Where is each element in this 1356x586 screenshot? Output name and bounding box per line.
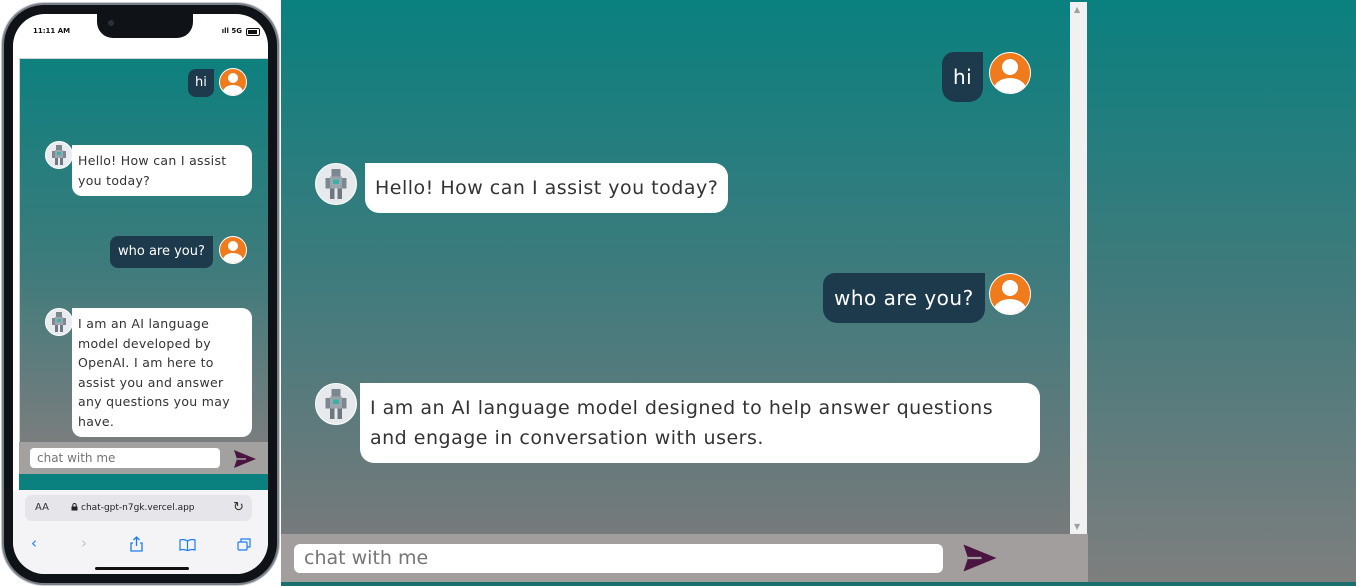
camera-icon xyxy=(108,20,114,26)
forward-icon[interactable]: › xyxy=(81,534,87,552)
bookmarks-icon[interactable] xyxy=(179,539,196,551)
url-text: chat-gpt-n7gk.vercel.app xyxy=(81,503,195,513)
user-message-text: who are you? xyxy=(118,244,205,259)
phone-notch xyxy=(97,14,193,38)
user-message-bubble: hi xyxy=(188,69,214,97)
bot-message-line: model developed by xyxy=(78,335,211,351)
bot-message-line: I am an AI language model designed to he… xyxy=(370,397,994,419)
scroll-down-icon[interactable]: ▼ xyxy=(1074,522,1080,531)
user-message-text: hi xyxy=(195,75,207,90)
bot-message-line: you today? xyxy=(78,172,151,188)
phone-frame: 11:11 AM ıll 5G hi Hello! How can I assi… xyxy=(4,5,277,583)
send-icon[interactable] xyxy=(233,449,257,469)
bot-message-line: I am an AI language xyxy=(78,316,210,331)
bot-avatar-icon xyxy=(45,141,73,169)
desktop-input-bar xyxy=(281,534,1088,582)
user-avatar-icon xyxy=(219,68,247,96)
bot-avatar-icon xyxy=(315,383,357,425)
phone-screen: 11:11 AM ıll 5G hi Hello! How can I assi… xyxy=(13,14,268,574)
user-avatar-icon xyxy=(219,236,247,264)
bot-message-bubble: Hello! How can I assist you today? xyxy=(72,145,252,196)
battery-icon xyxy=(246,28,260,36)
reload-icon[interactable]: ↻ xyxy=(233,500,244,515)
status-time: 11:11 AM xyxy=(33,27,71,35)
user-message-text: who are you? xyxy=(834,286,974,310)
user-avatar-icon xyxy=(989,52,1031,94)
home-indicator xyxy=(95,567,189,570)
user-avatar-icon xyxy=(989,273,1031,315)
bot-message-bubble: I am an AI language model developed by O… xyxy=(72,308,252,437)
bot-message-bubble: Hello! How can I assist you today? xyxy=(365,163,729,213)
user-message-bubble: hi xyxy=(942,52,984,102)
user-message-bubble: who are you? xyxy=(110,236,213,268)
desktop-chat-input[interactable] xyxy=(294,544,943,573)
bot-message-line: and engage in conversation with users. xyxy=(370,427,764,449)
bot-message-line: OpenAI. I am here to xyxy=(78,355,214,370)
mobile-chat-input[interactable] xyxy=(30,448,220,468)
chat-scrollbar[interactable]: ▲ ▼ xyxy=(1070,2,1087,534)
bot-message-line: have. xyxy=(78,413,115,429)
bot-avatar-icon xyxy=(315,163,357,205)
address-bar[interactable]: AA chat-gpt-n7gk.vercel.app ↻ xyxy=(25,495,252,521)
scroll-up-icon[interactable]: ▲ xyxy=(1074,5,1080,14)
tabs-icon[interactable] xyxy=(237,538,251,551)
bot-message-line: any questions you may xyxy=(78,394,230,409)
mobile-footer-band xyxy=(19,474,268,490)
right-background-panel xyxy=(1088,2,1356,582)
share-icon[interactable] xyxy=(130,536,143,552)
desktop-chat-area[interactable]: hi Hello! How can I assist you today? wh… xyxy=(281,2,1070,534)
signal-icon: ıll 5G xyxy=(221,27,242,35)
reader-mode-button[interactable]: AA xyxy=(35,502,49,513)
bot-message-line: Hello! How can I assist xyxy=(78,153,227,168)
user-message-bubble: who are you? xyxy=(823,273,985,323)
bot-message-text: Hello! How can I assist you today? xyxy=(375,177,719,199)
bot-avatar-icon xyxy=(45,308,73,336)
user-message-text: hi xyxy=(953,65,973,89)
mobile-input-bar xyxy=(19,442,268,474)
lock-icon xyxy=(71,503,78,511)
network-label: 5G xyxy=(231,27,242,35)
bot-message-line: assist you and answer xyxy=(78,374,224,390)
mobile-preview: 11:11 AM ıll 5G hi Hello! How can I assi… xyxy=(0,0,281,586)
mobile-chat-area[interactable]: hi Hello! How can I assist you today? wh… xyxy=(19,58,268,443)
mobile-browser-bar: AA chat-gpt-n7gk.vercel.app ↻ ‹ › xyxy=(13,490,268,574)
back-icon[interactable]: ‹ xyxy=(31,534,37,552)
send-icon[interactable] xyxy=(962,543,998,573)
bot-message-bubble: I am an AI language model designed to he… xyxy=(360,383,1040,463)
